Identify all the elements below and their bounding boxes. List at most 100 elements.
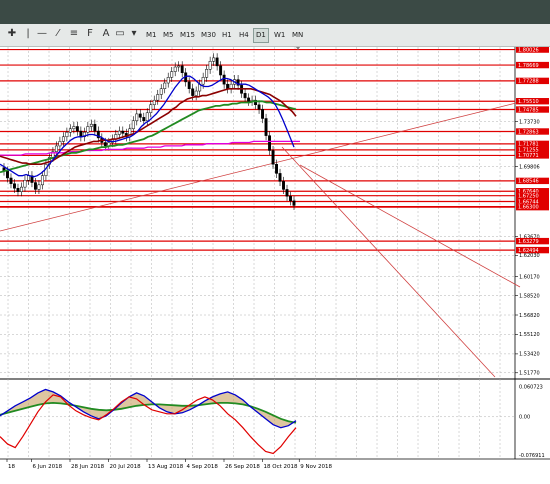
- candle: [205, 69, 209, 78]
- timeframe-m1[interactable]: M1: [143, 28, 160, 43]
- date-label: 20 Jul 2018: [110, 464, 142, 470]
- candle: [243, 93, 247, 99]
- date-label: 18: [8, 464, 15, 470]
- candle: [278, 173, 282, 182]
- price-label: 1.70771: [518, 153, 539, 159]
- price-label: 1.56820: [519, 313, 540, 319]
- candle: [149, 104, 153, 114]
- candle: [282, 181, 285, 190]
- candle: [145, 112, 149, 122]
- osc-axis-label: 0.00: [519, 415, 530, 421]
- price-label: 1.77288: [518, 79, 539, 85]
- candle: [170, 71, 174, 78]
- candle: [65, 131, 69, 138]
- trendline-icon[interactable]: ⁄: [52, 28, 64, 40]
- candle: [135, 113, 139, 122]
- candle: [9, 177, 13, 184]
- terminal-title-bar: [0, 0, 550, 24]
- candle: [142, 117, 146, 122]
- candle: [271, 150, 275, 165]
- candle: [289, 196, 292, 202]
- candle: [156, 94, 160, 101]
- date-label: 18 Oct 2018: [264, 464, 299, 470]
- candle: [58, 141, 62, 147]
- fibonacci-icon[interactable]: F: [84, 28, 96, 40]
- price-label: 1.63279: [518, 239, 539, 245]
- candle: [121, 130, 125, 134]
- candle: [23, 180, 27, 188]
- candle: [138, 113, 142, 118]
- candle: [264, 118, 268, 136]
- price-label: 1.55120: [519, 332, 540, 338]
- channel-icon[interactable]: ≡: [68, 28, 80, 40]
- candle: [292, 200, 296, 206]
- timeframe-d1[interactable]: D1: [253, 28, 269, 43]
- price-label: 1.75510: [518, 99, 539, 105]
- text-icon[interactable]: A: [100, 28, 112, 40]
- candle: [152, 99, 156, 106]
- price-label: 1.53420: [519, 352, 540, 358]
- candle: [6, 170, 9, 179]
- candle: [257, 104, 261, 110]
- vertical-line-icon[interactable]: |: [22, 28, 34, 40]
- candle: [33, 182, 37, 190]
- candle: [285, 189, 289, 197]
- price-chart[interactable]: 1.80026 1.78669 1.77288 1.75510 1.74785 1.737…: [0, 47, 550, 484]
- price-label: 1.73730: [519, 119, 540, 125]
- date-label: 13 Aug 2018: [148, 464, 184, 470]
- candle: [166, 77, 170, 84]
- candle: [13, 183, 16, 189]
- candle: [177, 65, 181, 68]
- price-label: 1.69806: [519, 164, 540, 170]
- candle: [187, 81, 191, 90]
- candle: [61, 136, 65, 142]
- candle: [173, 66, 177, 72]
- timeframe-m5[interactable]: M5: [160, 28, 177, 43]
- timeframe-m15[interactable]: M15: [177, 28, 198, 43]
- candle: [16, 188, 20, 192]
- candle: [261, 109, 265, 119]
- candle: [215, 57, 219, 67]
- candle: [68, 128, 72, 133]
- timeframe-h1[interactable]: H1: [219, 28, 235, 43]
- crosshair-icon[interactable]: ✚: [6, 28, 18, 40]
- candle: [93, 123, 97, 132]
- candle: [247, 97, 251, 102]
- timeframe-m30[interactable]: M30: [198, 28, 219, 43]
- price-label: 1.80026: [518, 47, 539, 53]
- candle: [37, 184, 41, 190]
- candle: [72, 126, 76, 130]
- date-label: 9 Nov 2018: [300, 464, 332, 470]
- price-label: 1.60170: [519, 274, 540, 280]
- candle: [268, 135, 271, 151]
- label-icon[interactable]: ▭: [114, 28, 126, 40]
- candle: [40, 175, 44, 186]
- osc-axis-label: -0.076911: [519, 453, 545, 459]
- price-label: 1.51770: [519, 371, 540, 377]
- oscillator-pane: [0, 382, 515, 459]
- candle: [117, 130, 121, 135]
- price-label: 1.68546: [518, 179, 539, 185]
- candle: [159, 88, 163, 95]
- candle: [222, 74, 226, 85]
- timeframe-mn[interactable]: MN: [289, 28, 306, 43]
- candle: [275, 163, 278, 174]
- price-label: 1.74785: [518, 107, 539, 113]
- date-label: 26 Sep 2018: [225, 464, 260, 470]
- candle: [163, 82, 167, 90]
- timeframe-h4[interactable]: H4: [236, 28, 252, 43]
- chart-canvas[interactable]: 1.80026 1.78669 1.77288 1.75510 1.74785 1.737…: [0, 47, 550, 484]
- timeframe-w1[interactable]: W1: [271, 28, 288, 43]
- candle: [180, 65, 184, 73]
- chart-toolbar: ✚ | — ⁄ ≡ F A ▭ ▾ M1 M5 M15 M30 H1 H4 D1…: [0, 24, 550, 47]
- candle: [86, 126, 90, 133]
- osc-axis-label: 0.060723: [519, 384, 543, 390]
- price-label: 1.78669: [518, 63, 539, 69]
- candle: [75, 126, 79, 132]
- candle: [212, 57, 216, 62]
- price-label: 1.58520: [519, 293, 540, 299]
- date-label: 28 Jun 2018: [71, 464, 105, 470]
- candle: [194, 90, 198, 96]
- horizontal-line-icon[interactable]: —: [36, 28, 48, 40]
- shapes-dropdown-icon[interactable]: ▾: [128, 28, 140, 40]
